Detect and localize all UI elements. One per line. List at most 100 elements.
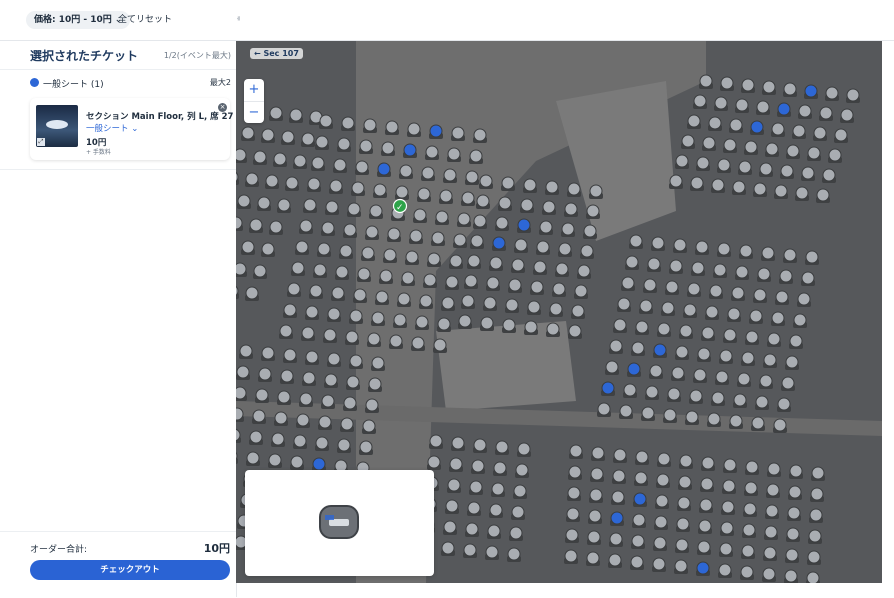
unavailable-seat[interactable] <box>305 350 319 364</box>
unavailable-seat[interactable] <box>317 242 331 256</box>
unavailable-seat[interactable] <box>443 168 457 182</box>
unavailable-seat[interactable] <box>546 322 560 336</box>
unavailable-seat[interactable] <box>471 459 485 473</box>
unavailable-seat[interactable] <box>634 471 648 485</box>
unavailable-seat[interactable] <box>756 100 770 114</box>
unavailable-seat[interactable] <box>257 196 271 210</box>
unavailable-seat[interactable] <box>515 463 529 477</box>
zoom-in-button[interactable]: + <box>244 79 264 101</box>
unavailable-seat[interactable] <box>789 334 803 348</box>
unavailable-seat[interactable] <box>574 284 588 298</box>
unavailable-seat[interactable] <box>656 473 670 487</box>
unavailable-seat[interactable] <box>813 126 827 140</box>
unavailable-seat[interactable] <box>742 523 756 537</box>
expand-icon[interactable]: ⤢ <box>37 138 45 146</box>
unavailable-seat[interactable] <box>558 242 572 256</box>
unavailable-seat[interactable] <box>623 383 637 397</box>
available-seat[interactable] <box>517 218 531 232</box>
unavailable-seat[interactable] <box>385 120 399 134</box>
unavailable-seat[interactable] <box>619 404 633 418</box>
unavailable-seat[interactable] <box>762 80 776 94</box>
unavailable-seat[interactable] <box>246 451 260 465</box>
unavailable-seat[interactable] <box>771 311 785 325</box>
unavailable-seat[interactable] <box>513 484 527 498</box>
unavailable-seat[interactable] <box>441 541 455 555</box>
unavailable-seat[interactable] <box>236 262 247 276</box>
unavailable-seat[interactable] <box>453 233 467 247</box>
unavailable-seat[interactable] <box>464 274 478 288</box>
unavailable-seat[interactable] <box>517 442 531 456</box>
unavailable-seat[interactable] <box>735 265 749 279</box>
unavailable-seat[interactable] <box>327 352 341 366</box>
unavailable-seat[interactable] <box>665 280 679 294</box>
unavailable-seat[interactable] <box>729 414 743 428</box>
unavailable-seat[interactable] <box>617 297 631 311</box>
unavailable-seat[interactable] <box>355 160 369 174</box>
unavailable-seat[interactable] <box>759 374 773 388</box>
unavailable-seat[interactable] <box>733 393 747 407</box>
unavailable-seat[interactable] <box>691 261 705 275</box>
unavailable-seat[interactable] <box>765 142 779 156</box>
unavailable-seat[interactable] <box>293 434 307 448</box>
unavailable-seat[interactable] <box>265 174 279 188</box>
unavailable-seat[interactable] <box>711 178 725 192</box>
unavailable-seat[interactable] <box>359 139 373 153</box>
unavailable-seat[interactable] <box>787 506 801 520</box>
unavailable-seat[interactable] <box>285 176 299 190</box>
unavailable-seat[interactable] <box>241 126 255 140</box>
unavailable-seat[interactable] <box>745 330 759 344</box>
seat-map[interactable]: ✓ ← Sec 107 + − <box>236 41 882 583</box>
unavailable-seat[interactable] <box>608 553 622 567</box>
unavailable-seat[interactable] <box>383 248 397 262</box>
unavailable-seat[interactable] <box>732 180 746 194</box>
unavailable-seat[interactable] <box>315 135 329 149</box>
unavailable-seat[interactable] <box>469 480 483 494</box>
unavailable-seat[interactable] <box>441 296 455 310</box>
unavailable-seat[interactable] <box>299 219 313 233</box>
unavailable-seat[interactable] <box>321 394 335 408</box>
unavailable-seat[interactable] <box>674 559 688 573</box>
unavailable-seat[interactable] <box>498 196 512 210</box>
unavailable-seat[interactable] <box>588 509 602 523</box>
unavailable-seat[interactable] <box>367 332 381 346</box>
unavailable-seat[interactable] <box>311 156 325 170</box>
unavailable-seat[interactable] <box>303 198 317 212</box>
unavailable-seat[interactable] <box>727 307 741 321</box>
unavailable-seat[interactable] <box>431 231 445 245</box>
unavailable-seat[interactable] <box>371 311 385 325</box>
unavailable-seat[interactable] <box>783 82 797 96</box>
unavailable-seat[interactable] <box>786 144 800 158</box>
unavailable-seat[interactable] <box>349 309 363 323</box>
unavailable-seat[interactable] <box>461 294 475 308</box>
unavailable-seat[interactable] <box>253 150 267 164</box>
unavailable-seat[interactable] <box>569 444 583 458</box>
unavailable-seat[interactable] <box>399 164 413 178</box>
unavailable-seat[interactable] <box>597 402 611 416</box>
unavailable-seat[interactable] <box>337 438 351 452</box>
unavailable-seat[interactable] <box>401 271 415 285</box>
unavailable-seat[interactable] <box>451 436 465 450</box>
unavailable-seat[interactable] <box>809 508 823 522</box>
unavailable-seat[interactable] <box>708 116 722 130</box>
unavailable-seat[interactable] <box>739 244 753 258</box>
unavailable-seat[interactable] <box>655 494 669 508</box>
unavailable-seat[interactable] <box>539 220 553 234</box>
available-seat[interactable] <box>777 102 791 116</box>
unavailable-seat[interactable] <box>277 390 291 404</box>
unavailable-seat[interactable] <box>695 240 709 254</box>
unavailable-seat[interactable] <box>405 250 419 264</box>
unavailable-seat[interactable] <box>719 542 733 556</box>
unavailable-seat[interactable] <box>737 372 751 386</box>
unavailable-seat[interactable] <box>253 264 267 278</box>
unavailable-seat[interactable] <box>697 347 711 361</box>
unavailable-seat[interactable] <box>577 264 591 278</box>
seat-view-thumbnail[interactable]: ⤢ <box>36 105 78 147</box>
unavailable-seat[interactable] <box>675 345 689 359</box>
unavailable-seat[interactable] <box>587 530 601 544</box>
unavailable-seat[interactable] <box>705 305 719 319</box>
available-seat[interactable] <box>750 120 764 134</box>
unavailable-seat[interactable] <box>261 346 275 360</box>
unavailable-seat[interactable] <box>641 406 655 420</box>
unavailable-seat[interactable] <box>283 348 297 362</box>
unavailable-seat[interactable] <box>811 466 825 480</box>
